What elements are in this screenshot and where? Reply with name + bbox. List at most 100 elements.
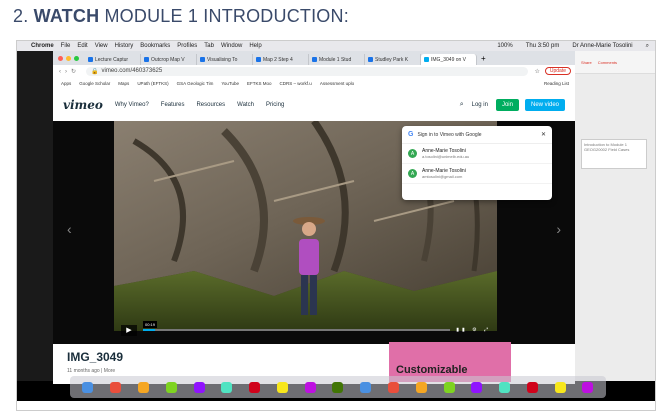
menubar-window[interactable]: Window [221, 43, 242, 49]
browser-tab[interactable]: Module 1 Stud [309, 54, 365, 65]
bookmark-item[interactable]: Maps [118, 81, 129, 86]
vimeo-favicon-icon [424, 57, 429, 62]
tab-favicon-icon [200, 57, 205, 62]
tab-label: Outcrop Map V [151, 56, 185, 63]
nav-why-vimeo[interactable]: Why Vimeo? [115, 102, 149, 108]
popup-header: G Sign in to Vimeo with Google ✕ [402, 126, 552, 144]
close-icon[interactable]: ✕ [541, 131, 546, 138]
new-tab-plus-icon[interactable]: + [481, 54, 486, 63]
launchpad-icon[interactable] [110, 381, 122, 393]
account-option[interactable]: A Anne-Marie Tosolini a.tosolini@unimelb… [402, 144, 552, 164]
account-option[interactable]: A Anne-Marie Tosolini amtosolini@gmail.c… [402, 164, 552, 184]
timecode: 00:19 [143, 321, 158, 328]
document-text: Introduction to Module 1 GEOG20002 Field… [584, 142, 630, 152]
browser-tab[interactable]: Lecture Captur [85, 54, 141, 65]
zoom-window-button[interactable] [74, 55, 79, 61]
progress-bar[interactable]: 00:19 [143, 321, 451, 331]
search-icon[interactable]: ⌕ [460, 101, 464, 109]
nav-watch[interactable]: Watch [237, 102, 254, 108]
photos-icon[interactable] [221, 381, 233, 393]
menubar-file[interactable]: File [61, 43, 71, 49]
new-video-button[interactable]: New video [524, 99, 565, 111]
menubar-app[interactable]: Chrome [31, 43, 54, 49]
tv-icon[interactable] [387, 381, 399, 393]
menubar-help[interactable]: Help [249, 43, 261, 49]
google-g-icon: G [408, 131, 414, 138]
browser-tab[interactable]: Map 2 Step 4 [253, 54, 309, 65]
bookmark-item[interactable]: Reading List [544, 81, 569, 86]
bookmark-item[interactable]: Assessment uplo [320, 81, 354, 86]
calendar-icon[interactable] [249, 381, 261, 393]
popup-title: Sign in to Vimeo with Google [417, 131, 482, 138]
reminders-icon[interactable] [304, 381, 316, 393]
safari-icon[interactable] [137, 381, 149, 393]
chrome-icon[interactable] [165, 381, 177, 393]
address-bar[interactable]: 🔒 vimeo.com/460373625 [86, 66, 529, 76]
nav-resources[interactable]: Resources [196, 102, 225, 108]
bookmark-item[interactable]: EFTKS Moo [247, 81, 272, 86]
tab-label: Map 2 Step 4 [263, 56, 293, 63]
menubar-view[interactable]: View [95, 43, 108, 49]
previous-arrow-icon[interactable]: ‹ [67, 221, 72, 237]
login-link[interactable]: Log in [472, 102, 488, 108]
share-label[interactable]: Share [581, 60, 592, 65]
tab-label: Studley Park K [375, 56, 409, 63]
app-store-icon[interactable] [415, 381, 427, 393]
player-controls: ▶ 00:19 ▮▮ ⚙ ⤢ [121, 321, 491, 337]
browser-tab[interactable]: Studley Park K [365, 54, 421, 65]
star-icon[interactable]: ☆ [534, 68, 539, 75]
bookmark-item[interactable]: GSA Geologic Tim [177, 81, 214, 86]
nav-features[interactable]: Features [161, 102, 185, 108]
menubar-bookmarks[interactable]: Bookmarks [140, 43, 170, 49]
comments-label[interactable]: Comments [598, 60, 617, 65]
search-icon[interactable]: ⌕ [646, 43, 649, 50]
next-arrow-icon[interactable]: › [556, 221, 561, 237]
acrobat-icon[interactable] [526, 381, 538, 393]
tab-label: IMG_3049 on V [431, 56, 467, 63]
battery-status[interactable]: 100% [497, 43, 512, 50]
desktop-left [17, 51, 53, 381]
music-icon[interactable] [332, 381, 344, 393]
menubar-clock[interactable]: Thu 3:50 pm [526, 43, 560, 50]
finder-icon[interactable] [82, 381, 94, 393]
settings-icon[interactable] [443, 381, 455, 393]
bookmark-item[interactable]: YouTube [221, 81, 239, 86]
join-button[interactable]: Join [495, 99, 519, 111]
progress-fill [143, 329, 156, 331]
nav-pricing[interactable]: Pricing [266, 102, 284, 108]
browser-tab[interactable]: Outcrop Map V [141, 54, 197, 65]
menubar-tab[interactable]: Tab [204, 43, 214, 49]
tab-strip: Lecture Captur Outcrop Map V Visualising… [53, 51, 575, 65]
vimeo-logo[interactable]: vimeo [63, 98, 103, 112]
bookmark-item[interactable]: Google Scholar [79, 81, 110, 86]
play-button[interactable]: ▶ [121, 324, 137, 336]
maps-icon[interactable] [193, 381, 205, 393]
close-window-button[interactable] [58, 55, 63, 61]
podcasts-icon[interactable] [360, 381, 372, 393]
side-toolbar: Share Comments [575, 51, 655, 74]
menubar-user[interactable]: Dr Anne-Marie Tosolini [572, 43, 632, 50]
minimize-window-button[interactable] [66, 55, 71, 61]
account-email: amtosolini@gmail.com [422, 174, 463, 179]
menubar-edit[interactable]: Edit [77, 43, 87, 49]
google-signin-popup: G Sign in to Vimeo with Google ✕ A Anne-… [402, 126, 552, 200]
word-icon[interactable] [471, 381, 483, 393]
browser-chrome: Lecture Captur Outcrop Map V Visualising… [53, 51, 575, 90]
menubar-profiles[interactable]: Profiles [177, 43, 197, 49]
notes-icon[interactable] [276, 381, 288, 393]
bookmark-item[interactable]: Apps [61, 81, 71, 86]
player-settings-icons[interactable]: ▮▮ ⚙ ⤢ [456, 327, 491, 333]
update-button[interactable]: Update [544, 67, 571, 75]
bookmark-item[interactable]: CDRS – workf.u [280, 81, 312, 86]
powerpoint-icon[interactable] [499, 381, 511, 393]
menubar-history[interactable]: History [115, 43, 134, 49]
mac-dock [70, 376, 606, 398]
trash-icon[interactable] [582, 381, 594, 393]
document-thumbnail[interactable]: Introduction to Module 1 GEOG20002 Field… [581, 139, 647, 169]
nav-back-forward-reload-icons[interactable]: ‹›↻ [59, 68, 80, 75]
zoom-icon[interactable] [554, 381, 566, 393]
browser-tab[interactable]: Visualising To [197, 54, 253, 65]
video-meta[interactable]: 11 months ago | More [67, 368, 115, 374]
browser-tab-active[interactable]: IMG_3049 on V [421, 54, 477, 65]
bookmark-item[interactable]: UPath (EFTKS) [137, 81, 168, 86]
